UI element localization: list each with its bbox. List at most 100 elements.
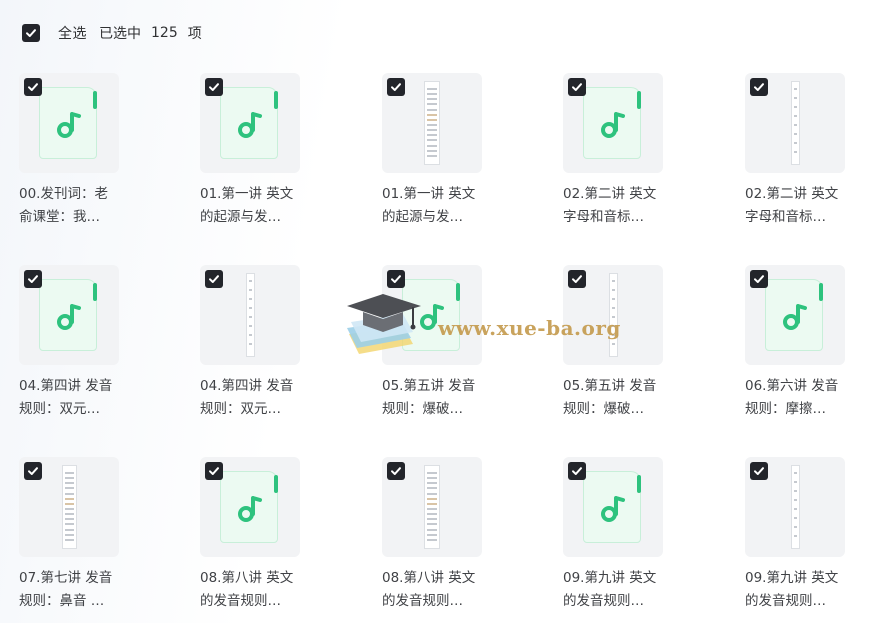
file-item[interactable]: 08.第八讲 英文 的发音规则… bbox=[200, 457, 350, 623]
file-name[interactable]: 09.第九讲 英文 的发音规则… bbox=[745, 567, 865, 613]
file-item[interactable]: 09.第九讲 英文 的发音规则… bbox=[745, 457, 892, 623]
file-name[interactable]: 09.第九讲 英文 的发音规则… bbox=[563, 567, 683, 613]
preview-line bbox=[248, 316, 252, 318]
preview-line bbox=[793, 517, 797, 519]
file-name-line-1: 06.第六讲 发音 bbox=[745, 378, 839, 394]
file-name-line-2: 的起源与发… bbox=[200, 209, 281, 225]
file-thumbnail[interactable] bbox=[200, 73, 300, 173]
music-note-icon bbox=[783, 304, 807, 330]
file-name[interactable]: 00.发刊词：老 俞课堂：我… bbox=[19, 183, 139, 229]
file-name[interactable]: 08.第八讲 英文 的发音规则… bbox=[200, 567, 320, 613]
file-item[interactable]: 04.第四讲 发音 规则：双元… bbox=[19, 265, 169, 435]
preview-line bbox=[427, 93, 437, 96]
file-item[interactable]: 04.第四讲 发音 规则：双元… bbox=[200, 265, 350, 435]
file-thumbnail[interactable] bbox=[200, 457, 300, 557]
preview-line bbox=[427, 518, 437, 521]
file-name-line-2: 规则：爆破… bbox=[563, 401, 644, 417]
file-name[interactable]: 04.第四讲 发音 规则：双元… bbox=[19, 375, 139, 421]
file-thumbnail[interactable] bbox=[382, 265, 482, 365]
file-thumbnail[interactable] bbox=[745, 457, 845, 557]
file-thumbnail[interactable] bbox=[745, 265, 845, 365]
file-corner-accent bbox=[93, 283, 97, 301]
file-checkbox[interactable] bbox=[205, 78, 223, 96]
file-item[interactable]: 01.第一讲 英文 的起源与发… bbox=[200, 73, 350, 243]
file-name-line-2: 字母和音标… bbox=[745, 209, 826, 225]
file-name-line-1: 04.第四讲 发音 bbox=[19, 378, 113, 394]
preview-line bbox=[64, 477, 74, 480]
file-checkbox[interactable] bbox=[750, 78, 768, 96]
file-thumbnail[interactable] bbox=[563, 457, 663, 557]
file-item[interactable]: 08.第八讲 英文 的发音规则… bbox=[382, 457, 532, 623]
file-thumbnail[interactable] bbox=[563, 73, 663, 173]
file-thumbnail[interactable] bbox=[19, 73, 119, 173]
preview-line bbox=[427, 144, 437, 147]
file-name[interactable]: 01.第一讲 英文 的起源与发… bbox=[382, 183, 502, 229]
file-thumbnail[interactable] bbox=[19, 265, 119, 365]
file-name[interactable]: 04.第四讲 发音 规则：双元… bbox=[200, 375, 320, 421]
file-name-line-1: 01.第一讲 英文 bbox=[382, 186, 476, 202]
preview-line bbox=[793, 133, 797, 135]
checkmark-icon bbox=[209, 275, 219, 283]
preview-line bbox=[248, 280, 252, 282]
file-checkbox[interactable] bbox=[568, 462, 586, 480]
file-checkbox[interactable] bbox=[205, 270, 223, 288]
file-item[interactable]: 05.第五讲 发音 规则：爆破… bbox=[382, 265, 532, 435]
file-checkbox[interactable] bbox=[24, 78, 42, 96]
audio-file-icon bbox=[583, 471, 641, 543]
file-name[interactable]: 06.第六讲 发音 规则：摩擦… bbox=[745, 375, 865, 421]
file-checkbox[interactable] bbox=[568, 78, 586, 96]
file-item[interactable]: 06.第六讲 发音 规则：摩擦… bbox=[745, 265, 892, 435]
file-name-line-2: 规则：摩擦… bbox=[745, 401, 826, 417]
file-checkbox[interactable] bbox=[205, 462, 223, 480]
preview-line bbox=[427, 497, 437, 500]
preview-line bbox=[427, 154, 437, 157]
file-item[interactable]: 01.第一讲 英文 的起源与发… bbox=[382, 73, 532, 243]
preview-line bbox=[427, 88, 437, 90]
file-name-line-1: 07.第七讲 发音 bbox=[19, 570, 113, 586]
preview-line bbox=[427, 492, 437, 495]
checkmark-icon bbox=[572, 275, 582, 283]
preview-line bbox=[427, 129, 437, 132]
file-thumbnail[interactable] bbox=[745, 73, 845, 173]
file-item[interactable]: 05.第五讲 发音 规则：爆破… bbox=[563, 265, 713, 435]
file-name-line-2: 的发音规则… bbox=[563, 593, 644, 609]
file-item[interactable]: 07.第七讲 发音 规则：鼻音 … bbox=[19, 457, 169, 623]
file-item[interactable]: 00.发刊词：老 俞课堂：我… bbox=[19, 73, 169, 243]
file-checkbox[interactable] bbox=[750, 462, 768, 480]
file-checkbox[interactable] bbox=[750, 270, 768, 288]
preview-line bbox=[64, 492, 74, 495]
file-name[interactable]: 05.第五讲 发音 规则：爆破… bbox=[382, 375, 502, 421]
file-checkbox[interactable] bbox=[387, 78, 405, 96]
checkmark-icon bbox=[572, 83, 582, 91]
file-thumbnail[interactable] bbox=[382, 457, 482, 557]
file-thumbnail[interactable] bbox=[563, 265, 663, 365]
file-thumbnail[interactable] bbox=[382, 73, 482, 173]
file-name-line-1: 04.第四讲 发音 bbox=[200, 378, 294, 394]
file-item[interactable]: 02.第二讲 英文 字母和音标… bbox=[563, 73, 713, 243]
file-name[interactable]: 02.第二讲 英文 字母和音标… bbox=[745, 183, 865, 229]
file-checkbox[interactable] bbox=[387, 462, 405, 480]
preview-line bbox=[611, 307, 615, 309]
preview-line bbox=[427, 108, 437, 111]
preview-line bbox=[427, 472, 437, 474]
file-checkbox[interactable] bbox=[387, 270, 405, 288]
file-checkbox[interactable] bbox=[24, 270, 42, 288]
file-name[interactable]: 01.第一讲 英文 的起源与发… bbox=[200, 183, 320, 229]
file-checkbox[interactable] bbox=[24, 462, 42, 480]
file-name[interactable]: 05.第五讲 发音 规则：爆破… bbox=[563, 375, 683, 421]
file-item[interactable]: 09.第九讲 英文 的发音规则… bbox=[563, 457, 713, 623]
preview-line bbox=[427, 533, 437, 536]
file-name[interactable]: 02.第二讲 英文 字母和音标… bbox=[563, 183, 683, 229]
file-item[interactable]: 02.第二讲 英文 字母和音标… bbox=[745, 73, 892, 243]
file-thumbnail[interactable] bbox=[200, 265, 300, 365]
file-name-line-1: 09.第九讲 英文 bbox=[563, 570, 657, 586]
document-preview-icon bbox=[790, 81, 800, 165]
file-name-line-2: 的发音规则… bbox=[745, 593, 826, 609]
file-name[interactable]: 07.第七讲 发音 规则：鼻音 … bbox=[19, 567, 139, 613]
file-checkbox[interactable] bbox=[568, 270, 586, 288]
preview-line bbox=[793, 535, 797, 537]
file-thumbnail[interactable] bbox=[19, 457, 119, 557]
audio-file-icon bbox=[39, 279, 97, 351]
preview-line bbox=[64, 528, 74, 531]
file-name[interactable]: 08.第八讲 英文 的发音规则… bbox=[382, 567, 502, 613]
